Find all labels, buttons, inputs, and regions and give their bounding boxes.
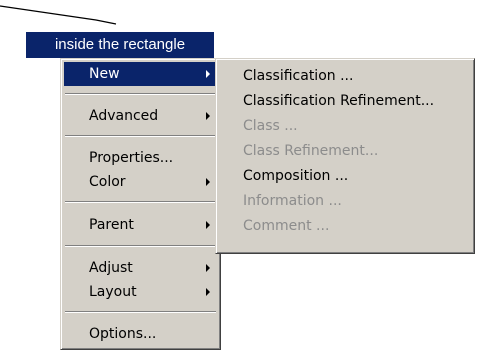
submenu-item-classification-refinement[interactable]: Classification Refinement... xyxy=(219,89,471,113)
menu-item-layout[interactable]: Layout xyxy=(64,280,217,304)
menu-item-advanced[interactable]: Advanced xyxy=(64,104,217,128)
submenu-item-label: Classification ... xyxy=(243,68,354,84)
submenu-arrow-icon xyxy=(206,112,210,120)
connector-line xyxy=(0,5,117,25)
submenu-item-label: Class ... xyxy=(243,118,298,134)
submenu-arrow-icon xyxy=(206,288,210,296)
menu-item-new[interactable]: New xyxy=(64,62,217,86)
menu-item-label: Parent xyxy=(89,217,134,233)
submenu-arrow-icon xyxy=(206,178,210,186)
rectangle-label: inside the rectangle xyxy=(26,32,214,58)
submenu-arrow-icon xyxy=(206,221,210,229)
submenu-item-class: Class ... xyxy=(219,114,471,138)
menu-item-label: Color xyxy=(89,174,126,190)
menu-item-label: New xyxy=(89,66,120,82)
submenu-item-label: Information ... xyxy=(243,193,342,209)
menu-item-parent[interactable]: Parent xyxy=(64,213,217,237)
submenu-item-class-refinement: Class Refinement... xyxy=(219,139,471,163)
menu-item-color[interactable]: Color xyxy=(64,170,217,194)
menu-item-options[interactable]: Options... xyxy=(64,322,217,346)
menu-item-properties[interactable]: Properties... xyxy=(64,146,217,170)
submenu-item-classification[interactable]: Classification ... xyxy=(219,64,471,88)
submenu-item-composition[interactable]: Composition ... xyxy=(219,164,471,188)
submenu-item-label: Comment ... xyxy=(243,218,330,234)
menu-separator xyxy=(65,135,216,137)
menu-item-label: Layout xyxy=(89,284,137,300)
menu-item-label: Options... xyxy=(89,326,157,342)
menu-item-adjust[interactable]: Adjust xyxy=(64,256,217,280)
menu-item-label: Properties... xyxy=(89,150,174,166)
menu-separator xyxy=(65,93,216,95)
menu-separator xyxy=(65,245,216,247)
submenu-arrow-icon xyxy=(206,70,210,78)
submenu-item-information: Information ... xyxy=(219,189,471,213)
menu-separator xyxy=(65,201,216,203)
submenu-arrow-icon xyxy=(206,264,210,272)
menu-separator xyxy=(65,311,216,313)
submenu-item-label: Classification Refinement... xyxy=(243,93,435,109)
menu-item-label: Advanced xyxy=(89,108,159,124)
submenu-item-comment: Comment ... xyxy=(219,214,471,238)
submenu-item-label: Composition ... xyxy=(243,168,349,184)
context-menu: New Advanced Properties... Color Parent … xyxy=(60,58,221,350)
submenu-item-label: Class Refinement... xyxy=(243,143,379,159)
new-submenu: Classification ... Classification Refine… xyxy=(215,58,475,254)
menu-item-label: Adjust xyxy=(89,260,133,276)
canvas: inside the rectangle New Advanced Proper… xyxy=(0,0,490,353)
